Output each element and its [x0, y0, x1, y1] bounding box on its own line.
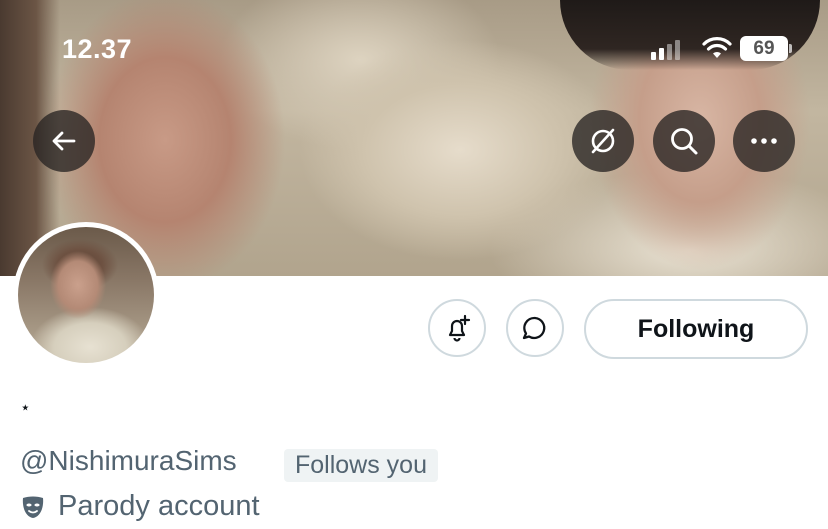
- translate-off-button[interactable]: [572, 110, 634, 172]
- mask-icon: [22, 496, 44, 518]
- search-icon: [671, 128, 698, 155]
- parody-label-text: Parody account: [58, 490, 260, 522]
- translate-off-icon: [591, 128, 615, 154]
- battery-indicator: 69: [740, 36, 788, 61]
- battery-cap: [789, 44, 792, 53]
- parody-label: Parody account: [20, 490, 260, 523]
- wifi-icon: [702, 37, 732, 58]
- following-button[interactable]: Following: [584, 299, 808, 359]
- follows-you-badge: Follows you: [284, 449, 438, 482]
- profile-avatar[interactable]: [13, 222, 159, 368]
- avatar-image: [18, 227, 154, 363]
- arrow-left-icon: [52, 131, 76, 151]
- status-time: 12.37: [62, 34, 133, 64]
- more-icon: [751, 138, 777, 144]
- profile-handle: @NishimuraSims: [20, 445, 237, 476]
- cellular-signal-icon: [651, 38, 680, 60]
- search-button[interactable]: [653, 110, 715, 172]
- bell-plus-icon: [448, 314, 471, 342]
- more-button[interactable]: [733, 110, 795, 172]
- display-name: ⋆: [20, 398, 31, 417]
- back-button[interactable]: [33, 110, 95, 172]
- message-bubble-icon: [522, 316, 546, 340]
- message-button[interactable]: [506, 299, 564, 357]
- notifications-button[interactable]: [428, 299, 486, 357]
